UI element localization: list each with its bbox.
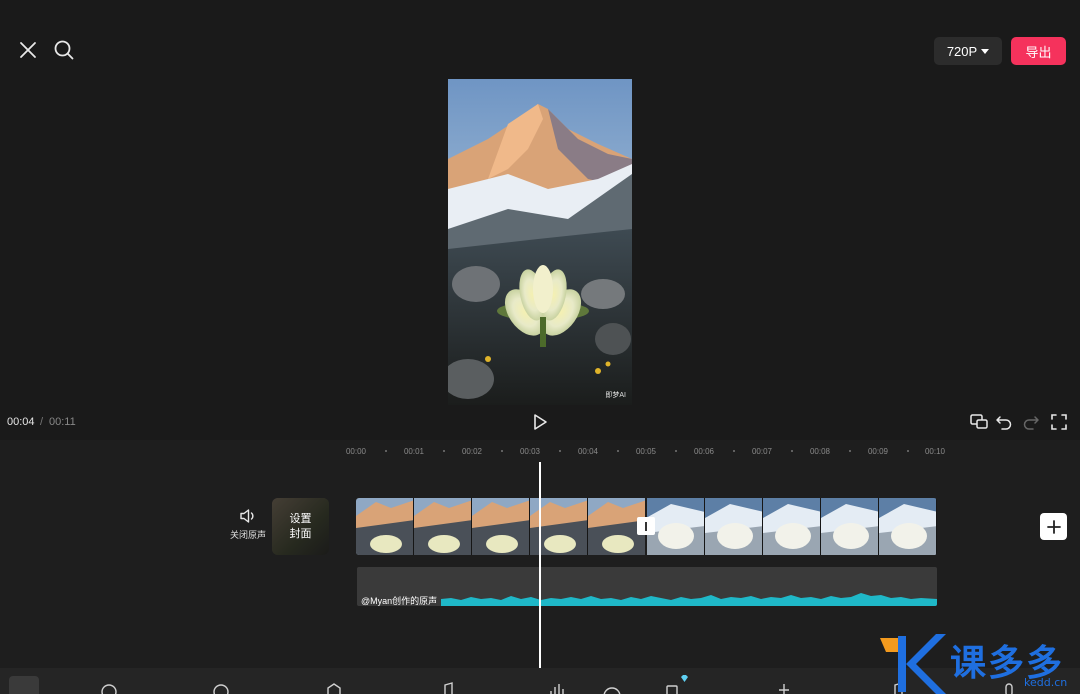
ruler-tick: [849, 450, 851, 452]
ruler-tick: [617, 450, 619, 452]
close-icon[interactable]: [14, 36, 42, 64]
redo-icon[interactable]: [1020, 411, 1042, 433]
tool-icon-2[interactable]: [210, 682, 232, 694]
logo-url: kedd.cn: [1024, 676, 1068, 689]
set-cover-button[interactable]: 设置 封面: [272, 498, 329, 555]
ruler-label: 00:05: [635, 447, 657, 456]
ruler-label: 00:03: [519, 447, 541, 456]
mute-label: 关闭原声: [229, 530, 266, 540]
play-icon[interactable]: [528, 411, 552, 433]
current-time: 00:04: [7, 416, 35, 428]
ruler-label: 00:02: [461, 447, 483, 456]
ruler-label: 00:08: [809, 447, 831, 456]
search-icon[interactable]: [50, 36, 78, 64]
clip-thumbnail: [878, 498, 937, 555]
audio-levels-icon[interactable]: [547, 682, 569, 694]
tool-icon-6[interactable]: [601, 682, 623, 694]
ruler-label: 00:01: [403, 447, 425, 456]
add-clip-button[interactable]: [1040, 513, 1067, 540]
caret-down-icon: [981, 48, 990, 54]
ruler-tick: [675, 450, 677, 452]
music-icon[interactable]: [436, 682, 458, 694]
clip-thumbnail: [414, 498, 473, 555]
clip-thumbnail: [820, 498, 879, 555]
video-editor: 720P 导出 即梦AI 00:04 / 00:11 00:00 00:01 0…: [0, 0, 1080, 694]
clip-thumbnail: [472, 498, 531, 555]
ruler-tick: [443, 450, 445, 452]
cover-line-1: 设置: [289, 512, 312, 525]
ruler-tick: [791, 450, 793, 452]
tool-icon-1[interactable]: [98, 682, 120, 694]
clip-thumbnail: [356, 498, 415, 555]
preview-watermark: 即梦AI: [605, 392, 626, 399]
transition-button[interactable]: [637, 517, 655, 535]
undo-icon[interactable]: [993, 411, 1015, 433]
tool-icon-8[interactable]: [773, 682, 795, 694]
preview-frame-image: [448, 79, 632, 405]
time-separator: /: [40, 416, 44, 428]
tool-icon-3[interactable]: [323, 682, 345, 694]
total-time: 00:11: [49, 416, 76, 428]
export-button[interactable]: 导出: [1011, 37, 1066, 65]
resolution-dropdown[interactable]: 720P: [934, 37, 1002, 65]
ruler-tick: [733, 450, 735, 452]
cover-line-2: 封面: [289, 527, 312, 540]
ruler-label: 00:06: [693, 447, 715, 456]
resolution-label: 720P: [946, 43, 978, 59]
ruler-label: 00:10: [924, 447, 946, 456]
plus-icon: [1046, 519, 1061, 534]
video-preview[interactable]: 即梦AI: [448, 79, 632, 405]
picture-in-picture-icon[interactable]: [968, 411, 990, 433]
transition-icon: [645, 521, 647, 531]
playhead[interactable]: [539, 462, 541, 668]
ruler-tick: [385, 450, 387, 452]
original-audio-track[interactable]: @Myan创作的原声: [357, 567, 937, 606]
mute-original-audio-button[interactable]: 关闭原声: [226, 508, 270, 544]
premium-diamond-icon: [681, 675, 688, 682]
layers-icon[interactable]: [661, 682, 683, 694]
toolbar-back-button[interactable]: [9, 676, 39, 694]
set-cover-label: 设置 封面: [272, 498, 329, 555]
ruler-tick: [907, 450, 909, 452]
audio-waveform: [441, 593, 937, 606]
clip-thumbnail: [646, 498, 705, 555]
ruler-label: 00:00: [345, 447, 367, 456]
ruler-label: 00:07: [751, 447, 773, 456]
fullscreen-icon[interactable]: [1048, 411, 1070, 433]
speaker-icon: [240, 509, 254, 523]
ruler-label: 00:09: [867, 447, 889, 456]
ruler-tick: [559, 450, 561, 452]
clip-thumbnail: [762, 498, 821, 555]
clip-thumbnail: [704, 498, 763, 555]
ruler-label: 00:04: [577, 447, 599, 456]
ruler-tick: [501, 450, 503, 452]
audio-track-label: @Myan创作的原声: [361, 596, 438, 606]
